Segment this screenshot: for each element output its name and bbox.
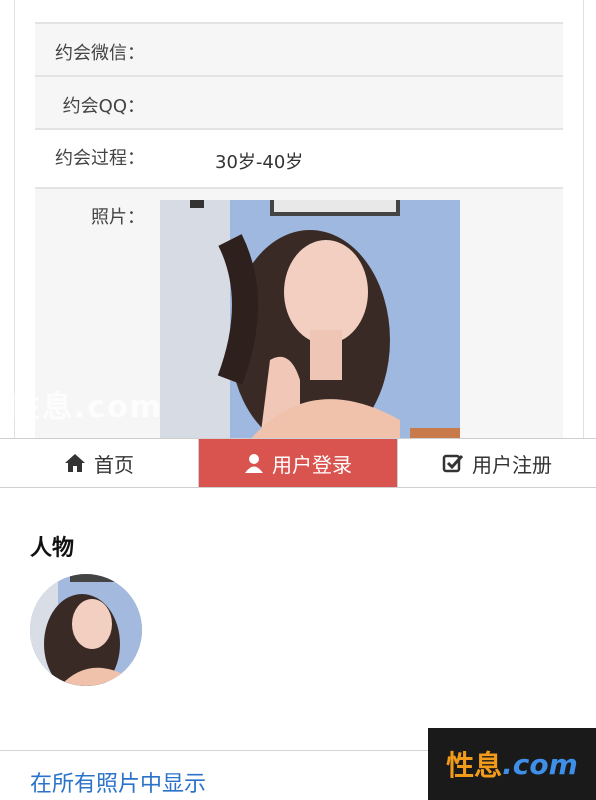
divider bbox=[0, 750, 430, 751]
section-title: 人物 bbox=[30, 536, 75, 561]
wechat-label: 约会微信： bbox=[55, 43, 145, 64]
home-icon bbox=[65, 454, 85, 472]
profile-photo[interactable] bbox=[160, 200, 460, 440]
process-label: 约会过程： bbox=[55, 148, 145, 169]
tab-register[interactable]: 用户注册 bbox=[398, 439, 596, 487]
profile-photo-image bbox=[160, 200, 460, 440]
logo-en: .com bbox=[502, 747, 578, 781]
tab-home[interactable]: 首页 bbox=[0, 439, 199, 487]
tab-login[interactable]: 用户登录 bbox=[199, 439, 398, 487]
user-icon bbox=[245, 454, 263, 473]
qq-label: 约会QQ： bbox=[62, 96, 145, 117]
wechat-row: 约会微信： bbox=[35, 22, 563, 76]
process-value: 30岁-40岁 bbox=[215, 152, 304, 173]
show-in-all-photos-link[interactable]: 在所有照片中显示 bbox=[30, 766, 206, 798]
tab-register-label: 用户注册 bbox=[472, 452, 552, 477]
bottom-tabbar: 首页 用户登录 用户注册 bbox=[0, 438, 596, 488]
qq-row: 约会QQ： bbox=[35, 75, 563, 129]
logo-cn: 性息 bbox=[446, 749, 503, 782]
page: 约会微信： 约会QQ： 约会过程： 30岁-40岁 照片： 性息.com 首页 … bbox=[0, 0, 596, 800]
avatar[interactable] bbox=[30, 574, 142, 686]
avatar-image bbox=[30, 574, 142, 686]
tab-home-label: 首页 bbox=[94, 452, 134, 477]
tab-login-label: 用户登录 bbox=[272, 452, 352, 477]
photo-label: 照片： bbox=[91, 207, 145, 228]
watermark-text: 性息.com bbox=[10, 390, 164, 425]
check-square-icon bbox=[442, 454, 464, 473]
process-row: 约会过程： 30岁-40岁 bbox=[35, 128, 563, 188]
site-logo: 性息 .com bbox=[428, 728, 596, 800]
